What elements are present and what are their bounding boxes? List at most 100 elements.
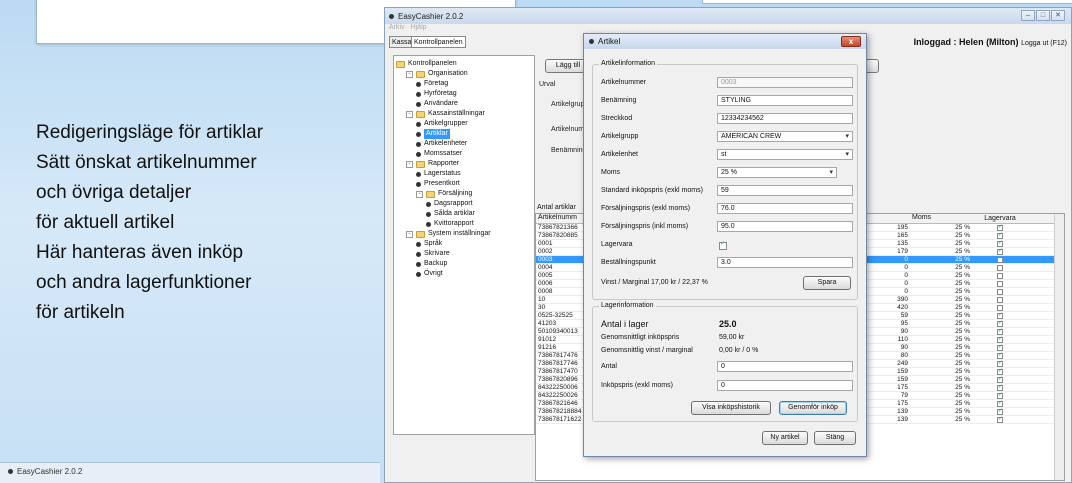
tree-item[interactable]: Kontrollpanelen: [396, 59, 532, 69]
lagervara-checkbox[interactable]: [997, 312, 1003, 319]
lagervara-checkbox[interactable]: [997, 320, 1003, 327]
lagervara-checkbox[interactable]: [997, 304, 1003, 311]
tree-item[interactable]: Dagsrapport: [396, 199, 532, 209]
tree-item[interactable]: Skrivare: [396, 249, 532, 259]
lagervara-checkbox[interactable]: [719, 240, 727, 250]
qty-input[interactable]: 0: [717, 361, 853, 372]
field-select[interactable]: 25 %: [717, 167, 837, 178]
lagervara-checkbox[interactable]: [997, 416, 1003, 423]
avg-margin-value: 0,00 kr / 0 %: [719, 347, 759, 354]
close-button[interactable]: Stäng: [814, 431, 856, 445]
lagervara-checkbox[interactable]: [997, 328, 1003, 335]
buy-price-input[interactable]: 0: [717, 380, 853, 391]
make-purchase-button[interactable]: Genomför inköp: [779, 401, 847, 415]
cell-num: 73867821366: [538, 224, 578, 231]
collapse-toggle-icon[interactable]: -: [416, 190, 423, 198]
overlay-caption: Redigeringsläge för artiklar Sätt önskat …: [36, 118, 263, 328]
lagervara-checkbox[interactable]: [997, 224, 1003, 231]
save-button[interactable]: Spara: [803, 276, 851, 290]
tree-item[interactable]: Lagerstatus: [396, 169, 532, 179]
cell-num: 73867817746: [538, 360, 578, 367]
menu-arkiv[interactable]: Arkiv: [389, 24, 405, 35]
tree-item[interactable]: - Organisation: [396, 69, 532, 79]
tree-item[interactable]: Företag: [396, 79, 532, 89]
cell-moms: 25 %: [955, 400, 970, 407]
tree-item[interactable]: Momssatser: [396, 149, 532, 159]
lagervara-checkbox[interactable]: [997, 288, 1003, 295]
tree-item[interactable]: - Försäljning: [396, 189, 532, 199]
tree-item[interactable]: - Kassainställningar: [396, 109, 532, 119]
close-icon[interactable]: ✕: [1051, 10, 1065, 21]
lagervara-checkbox[interactable]: [997, 256, 1003, 263]
field-input[interactable]: 76.0: [717, 203, 853, 214]
cell-num: 73867820885: [538, 232, 578, 239]
tree-item[interactable]: Presentkort: [396, 179, 532, 189]
cell-num: 0002: [538, 248, 553, 255]
stock-count-label: Antal i lager: [601, 319, 649, 329]
lagervara-checkbox[interactable]: [997, 264, 1003, 271]
cell-lagervara: [972, 336, 1028, 343]
tree-item-label: Rapporter: [428, 160, 460, 167]
dialog-close-icon[interactable]: x: [841, 36, 861, 47]
lagervara-checkbox[interactable]: [997, 400, 1003, 407]
minimize-icon[interactable]: –: [1021, 10, 1035, 21]
tree-item[interactable]: Artikelgrupper: [396, 119, 532, 129]
field-input[interactable]: STYLING: [717, 95, 853, 106]
cell-lagervara: [972, 408, 1028, 415]
maximize-icon[interactable]: □: [1036, 10, 1050, 21]
lagervara-checkbox[interactable]: [997, 344, 1003, 351]
field-input[interactable]: 3.0: [717, 257, 853, 268]
collapse-toggle-icon[interactable]: -: [406, 110, 413, 118]
tree-item[interactable]: Artikelenheter: [396, 139, 532, 149]
tree-item[interactable]: Användare: [396, 99, 532, 109]
tree-item[interactable]: Kvittorapport: [396, 219, 532, 229]
tree-item[interactable]: Hyrföretag: [396, 89, 532, 99]
tree-item[interactable]: Språk: [396, 239, 532, 249]
tab-kontrollpanelen[interactable]: Kontrollpanelen: [411, 36, 466, 48]
field-input[interactable]: 12334234562: [717, 113, 853, 124]
folder-icon: [396, 60, 405, 68]
lagervara-checkbox[interactable]: [997, 232, 1003, 239]
lagervara-checkbox[interactable]: [997, 352, 1003, 359]
article-count-label: Antal artiklar: [537, 204, 576, 211]
tree-item[interactable]: Backup: [396, 259, 532, 269]
col-header-artikelnummer[interactable]: Artikelnumm: [536, 214, 584, 223]
lagervara-checkbox[interactable]: [997, 336, 1003, 343]
grid-scrollbar[interactable]: [1054, 214, 1064, 480]
field-input[interactable]: 59: [717, 185, 853, 196]
field-input: 0003: [717, 77, 853, 88]
tree-item[interactable]: Sålda artiklar: [396, 209, 532, 219]
cell-lagervara: [972, 248, 1028, 255]
background-taskbar-window[interactable]: EasyCashier 2.0.2: [0, 462, 380, 483]
lagervara-checkbox[interactable]: [997, 368, 1003, 375]
lagervara-checkbox[interactable]: [997, 240, 1003, 247]
field-input[interactable]: 95.0: [717, 221, 853, 232]
cell-lagervara: [972, 384, 1028, 391]
field-label: Moms: [601, 169, 621, 176]
lagervara-checkbox[interactable]: [997, 408, 1003, 415]
col-header-moms[interactable]: Moms: [910, 214, 972, 223]
tree-item[interactable]: Artiklar: [396, 129, 532, 139]
col-header-lagervara[interactable]: Lagervara: [972, 214, 1028, 223]
lagervara-checkbox[interactable]: [997, 360, 1003, 367]
tree-item[interactable]: Övrigt: [396, 269, 532, 279]
lagervara-checkbox[interactable]: [997, 296, 1003, 303]
purchase-history-button[interactable]: Visa inköpshistorik: [691, 401, 771, 415]
logout-link[interactable]: Logga ut (F12): [1021, 40, 1067, 47]
tree-item-label: Sålda artiklar: [434, 210, 475, 217]
field-select[interactable]: AMERICAN CREW: [717, 131, 853, 142]
collapse-toggle-icon[interactable]: -: [406, 230, 413, 238]
lagervara-checkbox[interactable]: [997, 248, 1003, 255]
collapse-toggle-icon[interactable]: -: [406, 70, 413, 78]
lagervara-checkbox[interactable]: [997, 280, 1003, 287]
tree-item[interactable]: - Rapporter: [396, 159, 532, 169]
new-article-button[interactable]: Ny artikel: [762, 431, 808, 445]
lagervara-checkbox[interactable]: [997, 384, 1003, 391]
field-select[interactable]: st: [717, 149, 853, 160]
lagervara-checkbox[interactable]: [997, 272, 1003, 279]
menu-hjalp[interactable]: Hjälp: [411, 24, 427, 35]
lagervara-checkbox[interactable]: [997, 392, 1003, 399]
lagervara-checkbox[interactable]: [997, 376, 1003, 383]
collapse-toggle-icon[interactable]: -: [406, 160, 413, 168]
tree-item[interactable]: - System inställningar: [396, 229, 532, 239]
